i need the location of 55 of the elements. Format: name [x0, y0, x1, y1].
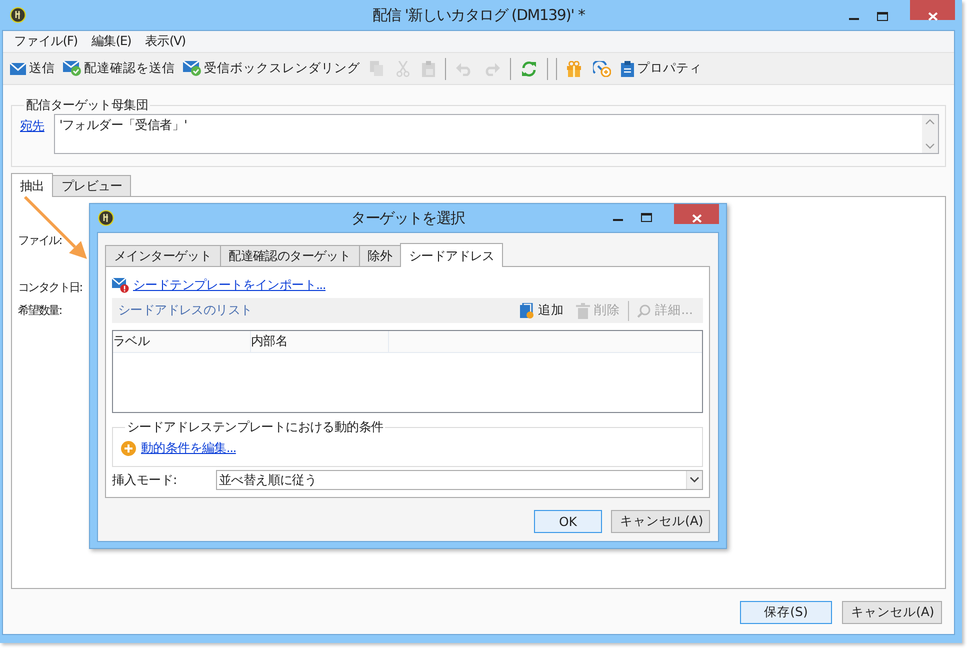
tab[interactable]: プレビュー	[52, 175, 132, 196]
app-logo-icon	[10, 7, 26, 23]
toolbar-button[interactable]: 受信ボックスレンダリング	[180, 58, 363, 79]
toolbar-button[interactable]: 送信	[7, 58, 58, 79]
import-link[interactable]: シードテンプレートをインポート...	[133, 276, 326, 294]
edit-conditions-link[interactable]: 動的条件を編集...	[141, 440, 236, 457]
group-title: シードアドレステンプレートにおける動的条件	[126, 419, 384, 436]
column-header[interactable]: 内部名	[251, 331, 389, 352]
group-title: 配信ターゲット母集団	[25, 97, 150, 114]
app-logo-icon	[98, 210, 114, 226]
trash-icon	[576, 302, 590, 318]
maximize-icon[interactable]	[877, 12, 888, 22]
field-label: ファイル:	[18, 233, 61, 248]
tab[interactable]: 抽出	[11, 173, 54, 197]
target-field[interactable]: 'フォルダー「受信者」'	[54, 114, 939, 154]
menu-item[interactable]: 表示(V)	[140, 33, 190, 50]
toolbar-button[interactable]: 配達確認を送信	[60, 58, 178, 79]
dialog-button[interactable]: 保存(S)	[740, 601, 832, 624]
window-title: 配信 '新しいカタログ (DM139)' *	[372, 6, 585, 24]
tab[interactable]: メインターゲット	[105, 245, 221, 266]
list-action-button[interactable]: 追加	[516, 302, 568, 319]
add-document-icon	[520, 302, 534, 318]
toolbar-button[interactable]: プロパティ	[618, 58, 705, 79]
refresh-icon[interactable]	[521, 60, 537, 76]
maximize-icon[interactable]	[641, 213, 652, 223]
menu-item[interactable]: ファイル(F)	[9, 33, 82, 50]
envelope-icon	[10, 62, 26, 74]
plus-icon	[121, 441, 136, 456]
list-title: シードアドレスのリスト	[118, 302, 252, 319]
close-button[interactable]	[674, 204, 719, 224]
field-label: コンタクト日:	[18, 280, 82, 295]
clipboard-icon	[621, 60, 634, 76]
envelope-check-icon	[63, 61, 81, 76]
field-label: 挿入モード:	[112, 472, 178, 488]
search-icon	[637, 304, 652, 318]
dialog-button[interactable]: OK	[534, 510, 602, 533]
column-header[interactable]: ラベル	[113, 331, 251, 352]
field-label: 希望数量:	[18, 303, 61, 318]
close-icon	[928, 12, 938, 20]
menu-item[interactable]: 編集(E)	[86, 33, 136, 50]
dialog-button[interactable]: キャンセル(A)	[611, 510, 710, 533]
dialog-button[interactable]: キャンセル(A)	[842, 601, 942, 624]
recipient-link[interactable]: 宛先	[20, 118, 44, 154]
close-icon	[692, 214, 702, 223]
close-button[interactable]	[910, 0, 955, 20]
gift-icon[interactable]	[567, 60, 581, 76]
tab[interactable]: シードアドレス	[400, 243, 504, 267]
tab[interactable]: 除外	[358, 245, 402, 266]
chevron-down-icon	[690, 477, 699, 483]
tab[interactable]: 配達確認のターゲット	[220, 245, 360, 266]
insert-mode-dropdown[interactable]: 並べ替え順に従う	[216, 470, 703, 490]
envelope-warning-icon	[112, 277, 130, 293]
gauge-icon[interactable]	[593, 60, 611, 76]
dialog-title: ターゲットを選択	[351, 208, 465, 226]
envelope-check-icon	[183, 61, 201, 76]
